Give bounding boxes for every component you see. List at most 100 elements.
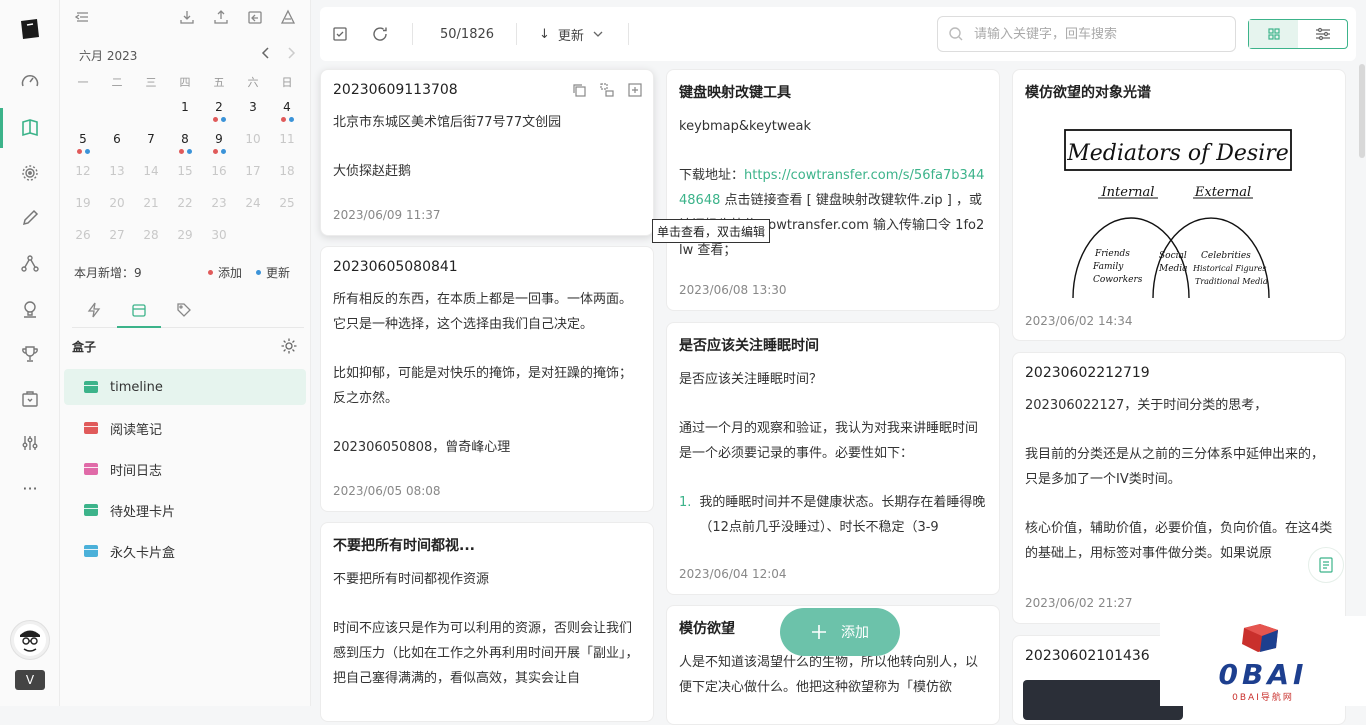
calendar-day[interactable]: 14	[134, 160, 168, 192]
pencil-icon[interactable]	[18, 206, 42, 230]
box-item[interactable]: timeline	[64, 369, 306, 405]
calendar-day[interactable]: 21	[134, 192, 168, 224]
import-icon[interactable]	[179, 9, 195, 25]
tab-tags[interactable]	[162, 302, 206, 328]
avatar[interactable]	[10, 620, 50, 660]
calendar-day[interactable]: 17	[236, 160, 270, 192]
box-item[interactable]: 阅读笔记	[64, 410, 306, 446]
calendar-day[interactable]: 26	[66, 224, 100, 256]
note-card[interactable]: 20230602212719 202306022127，关于时间分类的思考， 我…	[1012, 352, 1346, 624]
calendar-day[interactable]: 13	[100, 160, 134, 192]
monthly-new-count: 本月新增：9	[74, 266, 142, 280]
box-item[interactable]: 待处理卡片	[64, 492, 306, 528]
box-settings-icon[interactable]	[280, 337, 298, 355]
calendar-day[interactable]: 23	[202, 192, 236, 224]
red-dot-icon	[178, 149, 184, 154]
outline-button[interactable]	[1308, 547, 1344, 583]
calendar-day[interactable]: 22	[168, 192, 202, 224]
calendar-day-number: 7	[147, 132, 155, 146]
calendar-day[interactable]: 18	[270, 160, 304, 192]
calendar-day[interactable]: 11	[270, 128, 304, 160]
notebook-icon[interactable]	[18, 116, 42, 140]
calendar-day[interactable]: 24	[236, 192, 270, 224]
calendar-day	[66, 96, 100, 128]
calendar-day[interactable]: 16	[202, 160, 236, 192]
legend-add: 添加	[208, 264, 242, 281]
calendar-day	[134, 96, 168, 128]
card-line: 通过一个月的观察和验证，我认为对我来讲睡眠时间是一个必须要记录的事件。必要性如下…	[679, 421, 979, 461]
tab-flash[interactable]	[72, 302, 116, 328]
calendar-day[interactable]: 27	[100, 224, 134, 256]
calendar-day-number: 4	[283, 100, 291, 114]
refresh-icon[interactable]	[371, 7, 389, 61]
box-item[interactable]: 时间日志	[64, 451, 306, 487]
diagram-text: Coworkers	[1093, 275, 1143, 285]
note-card[interactable]: 模仿欲望的对象光谱 Mediators of Desire Internal E…	[1012, 69, 1346, 341]
card-line: 所有相反的东西，在本质上都是一回事。一体两面。它只是一种选择，这个选择由我们自己…	[333, 292, 633, 332]
move-icon[interactable]	[599, 82, 615, 98]
calendar-day[interactable]: 19	[66, 192, 100, 224]
calendar-day[interactable]: 8	[168, 128, 202, 160]
calendar-day[interactable]: 25	[270, 192, 304, 224]
review-icon[interactable]	[18, 161, 42, 185]
card-line: 202306050808，曾奇峰心理	[333, 440, 511, 455]
calendar-day[interactable]: 9	[202, 128, 236, 160]
box-section-title: 盒子	[72, 340, 97, 354]
calendar-day[interactable]: 2	[202, 96, 236, 128]
diagram-text: Social	[1159, 251, 1187, 261]
note-card[interactable]: 20230605080841 所有相反的东西，在本质上都是一回事。一体两面。它只…	[320, 246, 654, 512]
note-card[interactable]: 键盘映射改键工具 keybmap&keytweak 下载地址：https://c…	[666, 69, 1000, 311]
weekday-label: 六	[247, 76, 259, 89]
graph-icon[interactable]	[18, 252, 42, 276]
calendar-day[interactable]: 10	[236, 128, 270, 160]
scrollbar[interactable]	[1359, 64, 1365, 158]
search-box	[937, 16, 1236, 52]
filter-view-button[interactable]	[1298, 20, 1347, 48]
diagram-heading: Mediators of Desire	[1066, 141, 1289, 166]
note-card[interactable]: 是否应该关注睡眠时间 是否应该关注睡眠时间？ 通过一个月的观察和验证，我认为对我…	[666, 322, 1000, 595]
more-icon[interactable]: ···	[18, 476, 42, 500]
add-icon[interactable]	[627, 82, 643, 98]
version-badge-icon[interactable]: V	[15, 670, 45, 690]
calendar-day[interactable]: 12	[66, 160, 100, 192]
settings-sliders-icon[interactable]	[18, 431, 42, 455]
tooltip: 单击查看，双击编辑	[652, 219, 771, 243]
app-logo-icon[interactable]	[18, 17, 42, 41]
sync-folder-icon[interactable]	[247, 9, 263, 25]
weekday-label: 五	[213, 76, 225, 89]
calendar-day[interactable]: 28	[134, 224, 168, 256]
idea-icon[interactable]	[18, 297, 42, 321]
search-input[interactable]	[974, 26, 1214, 42]
note-card[interactable]: 20230609113708 北京市东城区美术馆后街77号77文创园 大侦探赵赶…	[320, 69, 654, 236]
export-icon[interactable]	[213, 9, 229, 25]
copy-icon[interactable]	[571, 82, 587, 98]
theme-icon[interactable]	[280, 9, 296, 25]
select-checkbox-icon[interactable]	[332, 7, 348, 61]
tab-boxes[interactable]	[117, 302, 161, 328]
calendar-day[interactable]: 7	[134, 128, 168, 160]
chevron-right-icon[interactable]	[285, 46, 297, 60]
calendar-day[interactable]: 3	[236, 96, 270, 128]
card-line: 人是不知道该渴望什么的生物，所以他转向别人，以便下定决心做什么。他把这种欲望称为…	[679, 655, 979, 695]
calendar-day[interactable]: 30	[202, 224, 236, 256]
sort-label: 更新	[557, 28, 584, 44]
note-card[interactable]: 不要把所有时间都视... 不要把所有时间都视作资源 时间不应该只是作为可以利用的…	[320, 522, 654, 722]
grid-view-button[interactable]	[1249, 20, 1298, 48]
card-date: 2023/06/02 21:27	[1025, 596, 1133, 610]
calendar-day[interactable]: 15	[168, 160, 202, 192]
chevron-left-icon[interactable]	[260, 46, 272, 60]
calendar-day-number: 6	[113, 132, 121, 146]
calendar-day[interactable]: 20	[100, 192, 134, 224]
calendar-day[interactable]: 4	[270, 96, 304, 128]
trophy-icon[interactable]	[18, 342, 42, 366]
dashboard-icon[interactable]	[18, 70, 42, 94]
sort-dropdown[interactable]: ↓ 更新	[539, 7, 604, 61]
add-card-button[interactable]: 添加	[780, 608, 900, 656]
box-item[interactable]: 永久卡片盒	[64, 533, 306, 569]
collapse-sidebar-icon[interactable]	[74, 9, 90, 25]
calendar-day[interactable]: 29	[168, 224, 202, 256]
calendar-day[interactable]: 1	[168, 96, 202, 128]
calendar-day[interactable]: 6	[100, 128, 134, 160]
calendar-day[interactable]: 5	[66, 128, 100, 160]
archive-icon[interactable]	[18, 387, 42, 411]
